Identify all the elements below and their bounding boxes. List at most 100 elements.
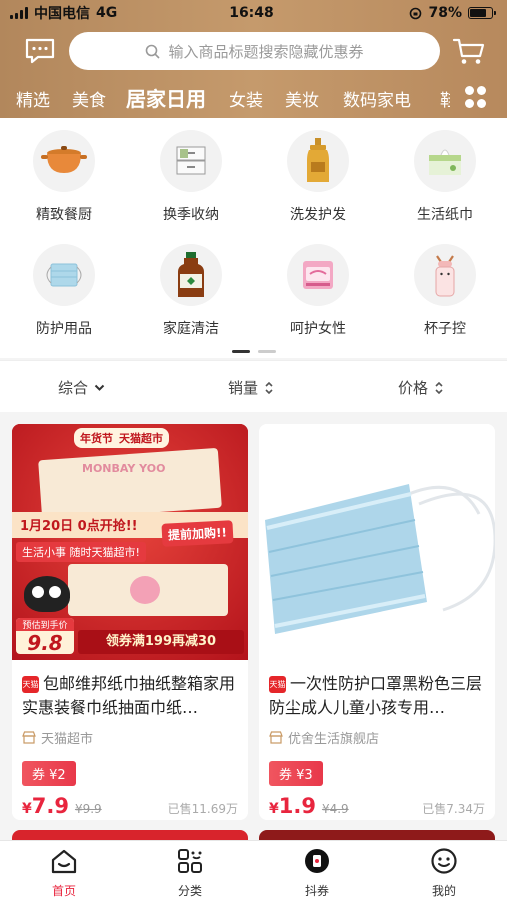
category-cleaning[interactable]: 家庭清洁: [136, 244, 246, 338]
sold-count: 已售7.34万: [422, 802, 485, 816]
category-icon: [178, 849, 202, 873]
coupon-badge[interactable]: 券 ¥2: [22, 761, 76, 786]
category-feminine-care[interactable]: 呵护女性: [263, 244, 373, 338]
category-label: 精致餐厨: [36, 207, 92, 223]
store-label: 天猫超市: [119, 432, 163, 445]
category-storage[interactable]: 换季收纳: [136, 130, 246, 224]
category-cups[interactable]: 杯子控: [390, 244, 500, 338]
festival-label: 年货节: [80, 432, 113, 445]
category-protection[interactable]: 防护用品: [9, 244, 119, 338]
shop-label: 优舍生活旗舰店: [288, 732, 380, 747]
tab-womens-wear[interactable]: 女装: [229, 86, 263, 111]
shop-icon: [269, 731, 283, 744]
pot-icon: [33, 130, 95, 192]
tab-beauty[interactable]: 美妆: [285, 86, 319, 111]
message-icon[interactable]: [24, 38, 56, 64]
sort-general[interactable]: 综合: [58, 377, 105, 398]
nav-douquan[interactable]: 抖券: [277, 847, 357, 899]
nav-profile[interactable]: 我的: [404, 847, 484, 899]
battery-percent: 78%: [428, 5, 462, 21]
shop-icon: [22, 731, 36, 744]
tab-household[interactable]: 居家日用: [126, 83, 206, 112]
category-label: 呵护女性: [290, 321, 346, 337]
tab-shoes[interactable]: 鞋: [440, 86, 450, 111]
product-title: 天猫 一次性防护口罩黑粉色三层防尘成人儿童小孩专用…: [269, 672, 485, 720]
sort-sales[interactable]: 销量: [228, 377, 274, 398]
nav-douquan-label: 抖券: [304, 884, 329, 898]
battery-icon: [467, 7, 496, 19]
product-image: 年货节 天猫超市 MONBAY YOO 1月20日 0点开抢!! 提前加购!! …: [12, 424, 248, 660]
sort-sales-label: 销量: [228, 379, 259, 397]
currency-symbol: ¥: [269, 801, 279, 817]
category-label: 洗发护发: [290, 207, 346, 223]
sort-price[interactable]: 价格: [398, 377, 444, 398]
carrier: 中国电信: [34, 6, 90, 22]
currency-symbol: ¥: [22, 801, 32, 817]
brand-text: MONBAY YOO: [82, 462, 166, 475]
tissue-icon: [414, 130, 476, 192]
status-bar: 中国电信 4G 16:48 78%: [0, 0, 507, 26]
sort-price-label: 价格: [398, 379, 429, 397]
price: ¥7.9: [22, 794, 69, 818]
product-title: 天猫 包邮维邦纸巾抽纸整箱家用实惠装餐巾纸抽面巾纸…: [22, 672, 238, 720]
header: 中国电信 4G 16:48 78% 输入商品标题搜索隐藏优惠券 精选 美食 居家…: [0, 0, 507, 118]
sold-count: 已售11.69万: [167, 802, 238, 816]
presale-price: 9.8: [27, 631, 63, 655]
shop-name[interactable]: 天猫超市: [22, 728, 238, 747]
disinfectant-icon: [160, 244, 222, 306]
promo-banner: 领券满199再减30: [78, 630, 244, 654]
shop-label: 天猫超市: [41, 732, 94, 747]
price: ¥1.9: [269, 794, 316, 818]
category-label: 生活纸巾: [417, 207, 473, 223]
launch-date: 1月20日 0点开抢!!: [20, 519, 138, 534]
mask-icon: [33, 244, 95, 306]
nav-profile-label: 我的: [431, 884, 456, 898]
product-title-text: 包邮维邦纸巾抽纸整箱家用实惠装餐巾纸抽面巾纸…: [22, 674, 236, 717]
price-row: ¥1.9 ¥4.9 已售7.34万: [269, 794, 485, 818]
sort-arrows-icon: [435, 381, 443, 394]
cart-icon[interactable]: [452, 36, 486, 66]
shampoo-icon: [287, 130, 349, 192]
product-card[interactable]: 年货节 天猫超市 MONBAY YOO 1月20日 0点开抢!! 提前加购!! …: [12, 424, 248, 820]
category-kitchen[interactable]: 精致餐厨: [9, 130, 119, 224]
original-price: ¥4.9: [321, 802, 349, 816]
original-price: ¥9.9: [74, 802, 102, 816]
category-label: 杯子控: [424, 321, 466, 337]
storage-box-icon: [160, 130, 222, 192]
page-indicator: [232, 350, 276, 353]
network: 4G: [96, 5, 118, 21]
coupon-badge[interactable]: 券 ¥3: [269, 761, 323, 786]
tmall-badge: 天猫: [22, 676, 39, 693]
home-icon: [51, 849, 77, 874]
more-categories-icon[interactable]: [465, 86, 487, 108]
search-icon: [146, 44, 161, 59]
product-card[interactable]: 天猫 一次性防护口罩黑粉色三层防尘成人儿童小孩专用… 优舍生活旗舰店 券 ¥3 ¥…: [259, 424, 495, 820]
douquan-icon: [305, 849, 329, 873]
pre-add-badge: 提前加购!!: [161, 520, 234, 547]
category-haircare[interactable]: 洗发护发: [263, 130, 373, 224]
category-label: 防护用品: [36, 321, 92, 337]
category-tissue[interactable]: 生活纸巾: [390, 130, 500, 224]
cup-icon: [414, 244, 476, 306]
shop-name[interactable]: 优舍生活旗舰店: [269, 728, 485, 747]
tab-food[interactable]: 美食: [72, 86, 106, 111]
product-image: [259, 424, 495, 660]
tab-featured[interactable]: 精选: [16, 86, 50, 111]
tab-electronics[interactable]: 数码家电: [343, 86, 411, 111]
category-label: 换季收纳: [163, 207, 219, 223]
sort-bar: 综合 销量 价格: [0, 360, 507, 412]
product-title-text: 一次性防护口罩黑粉色三层防尘成人儿童小孩专用…: [269, 674, 483, 717]
clock: 16:48: [229, 5, 274, 21]
nav-category-label: 分类: [177, 884, 202, 898]
sort-general-label: 综合: [58, 379, 89, 397]
nav-home-label: 首页: [51, 884, 76, 898]
presale-label: 预估到手价: [16, 618, 74, 631]
slogan: 生活小事 随时天猫超市!: [16, 542, 146, 562]
nav-home[interactable]: 首页: [24, 847, 104, 899]
search-input[interactable]: 输入商品标题搜索隐藏优惠券: [69, 32, 440, 70]
signal-icon: [10, 7, 28, 19]
sanitary-pad-icon: [287, 244, 349, 306]
category-grid: 精致餐厨 换季收纳 洗发护发 生活纸巾 防护用品 家庭清洁 呵护女性 杯子控: [0, 118, 507, 358]
nav-category[interactable]: 分类: [150, 847, 230, 899]
mask-product-image: [265, 484, 495, 634]
